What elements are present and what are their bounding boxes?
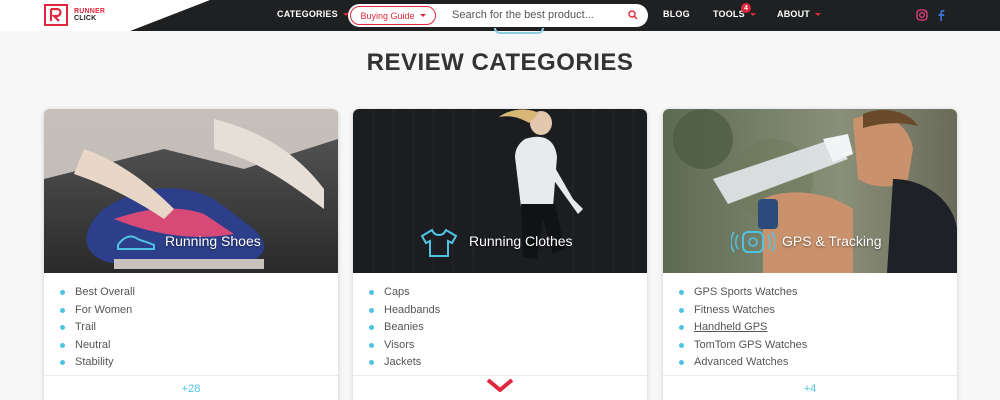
list-item-link[interactable]: Handheld GPS: [694, 321, 767, 333]
logo-line-2: CLICK: [74, 15, 97, 22]
buying-guide-dropdown[interactable]: Buying Guide: [350, 6, 436, 25]
nav-categories-label: CATEGORIES: [277, 9, 338, 19]
nav-about[interactable]: ABOUT: [777, 9, 821, 19]
list-item[interactable]: Neutral: [58, 338, 135, 356]
tools-count-badge: 4: [741, 3, 751, 13]
more-items-link[interactable]: +28: [44, 375, 338, 395]
logo-line-1: RUNNER: [74, 8, 106, 15]
shoe-icon: [117, 235, 155, 250]
category-title: Running Clothes: [469, 233, 573, 249]
category-list: Best Overall For Women Trail Neutral Sta…: [58, 285, 135, 373]
list-item[interactable]: Caps: [367, 285, 440, 303]
list-item[interactable]: Visors: [367, 338, 440, 356]
page-title: REVIEW CATEGORIES: [366, 49, 634, 76]
category-title: Running Shoes: [165, 233, 261, 249]
list-item[interactable]: Fitness Watches: [677, 303, 807, 321]
category-card-running-shoes[interactable]: Running Shoes Best Overall For Women Tra…: [44, 109, 338, 400]
category-card-running-clothes[interactable]: Running Clothes Caps Headbands Beanies V…: [353, 109, 647, 400]
chevron-down-icon[interactable]: [486, 377, 514, 393]
chevron-down-icon: [749, 13, 756, 17]
list-item[interactable]: Jackets: [367, 355, 440, 373]
category-card-gps-tracking[interactable]: GPS & Tracking GPS Sports Watches Fitnes…: [663, 109, 957, 400]
buying-guide-label: Buying Guide: [360, 10, 415, 21]
search-bar: Buying Guide Search for the best product…: [348, 4, 648, 27]
list-item[interactable]: GPS Sports Watches: [677, 285, 807, 303]
category-list: GPS Sports Watches Fitness Watches Handh…: [677, 285, 807, 373]
list-item[interactable]: Stability: [58, 355, 135, 373]
gps-watch-icon: [731, 231, 775, 253]
chevron-down-icon: [815, 13, 821, 17]
category-list: Caps Headbands Beanies Visors Jackets: [367, 285, 440, 373]
shirt-icon: [420, 228, 458, 257]
scroll-handle: [494, 28, 544, 34]
chevron-down-icon: [419, 14, 426, 17]
nav-blog[interactable]: BLOG: [663, 9, 690, 19]
list-item[interactable]: For Women: [58, 303, 135, 321]
list-item[interactable]: Handheld GPS: [677, 320, 807, 338]
more-items-link[interactable]: +4: [663, 375, 957, 395]
nav-about-label: ABOUT: [777, 9, 810, 19]
nav-categories[interactable]: CATEGORIES: [277, 9, 349, 19]
list-item[interactable]: Headbands: [367, 303, 440, 321]
search-input[interactable]: Search for the best product...: [452, 9, 594, 21]
nav-tools-label: TOOLS: [713, 9, 745, 19]
list-item[interactable]: Trail: [58, 320, 135, 338]
runnerclick-logo-icon[interactable]: [44, 4, 68, 26]
list-item[interactable]: Beanies: [367, 320, 440, 338]
instagram-icon[interactable]: [916, 9, 928, 21]
facebook-icon[interactable]: [937, 9, 945, 21]
list-item[interactable]: TomTom GPS Watches: [677, 338, 807, 356]
list-item[interactable]: Best Overall: [58, 285, 135, 303]
category-title: GPS & Tracking: [782, 233, 882, 249]
search-icon[interactable]: [628, 10, 638, 20]
list-item[interactable]: Advanced Watches: [677, 355, 807, 373]
logo-wordmark[interactable]: RUNNER CLICK: [74, 8, 105, 22]
